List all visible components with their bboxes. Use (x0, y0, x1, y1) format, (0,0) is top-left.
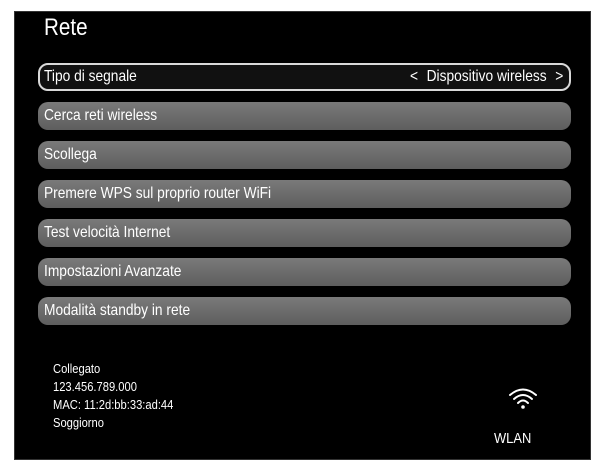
menu-item-disconnect[interactable]: Scollega (38, 141, 571, 169)
signal-type-selector[interactable]: < Dispositivo wireless > (410, 65, 563, 89)
menu-item-advanced-settings[interactable]: Impostazioni Avanzate (38, 258, 571, 286)
page-title: Rete (44, 14, 88, 41)
connection-status: Collegato 123.456.789.000 MAC: 11:2d:bb:… (53, 360, 193, 432)
wifi-icon (509, 388, 537, 409)
network-menu: Tipo di segnale < Dispositivo wireless > C… (38, 63, 571, 336)
menu-item-label: Test velocità Internet (44, 224, 171, 241)
menu-item-label: Modalità standby in rete (44, 302, 191, 319)
menu-item-label: Impostazioni Avanzate (44, 263, 182, 280)
status-ip-address: 123.456.789.000 (53, 379, 137, 394)
menu-item-label: Tipo di segnale (44, 68, 137, 85)
menu-item-search-wireless[interactable]: Cerca reti wireless (38, 102, 571, 130)
arrow-left-icon[interactable]: < (410, 68, 427, 85)
connection-type-label: WLAN (494, 430, 532, 447)
status-location: Soggiorno (53, 415, 104, 430)
status-mac-address: MAC: 11:2d:bb:33:ad:44 (53, 397, 174, 412)
status-state: Collegato (53, 361, 101, 376)
arrow-right-icon[interactable]: > (546, 68, 563, 85)
menu-item-label: Cerca reti wireless (44, 107, 158, 124)
signal-type-value: Dispositivo wireless (426, 68, 547, 85)
menu-item-speed-test[interactable]: Test velocità Internet (38, 219, 571, 247)
menu-item-signal-type[interactable]: Tipo di segnale < Dispositivo wireless > (38, 63, 571, 91)
menu-item-network-standby[interactable]: Modalità standby in rete (38, 297, 571, 325)
menu-item-label: Premere WPS sul proprio router WiFi (44, 185, 272, 202)
menu-item-wps[interactable]: Premere WPS sul proprio router WiFi (38, 180, 571, 208)
menu-item-label: Scollega (44, 146, 97, 163)
